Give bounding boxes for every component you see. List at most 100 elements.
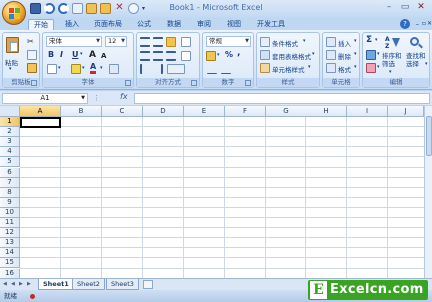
- select-all-button[interactable]: [0, 106, 20, 117]
- underline-button[interactable]: U: [72, 50, 79, 59]
- format-as-table-button[interactable]: 套用表格格式: [272, 51, 311, 61]
- increase-indent-icon[interactable]: [153, 64, 163, 74]
- column-header[interactable]: H: [306, 106, 347, 117]
- format-button[interactable]: 格式: [338, 64, 351, 74]
- active-cell[interactable]: [20, 117, 61, 128]
- sort-filter-icon[interactable]: AZ: [385, 36, 400, 50]
- tab-formulas[interactable]: 公式: [132, 19, 156, 30]
- paste-icon[interactable]: [6, 37, 19, 53]
- comma-button[interactable]: ,: [237, 48, 240, 58]
- fill-dropdown-icon[interactable]: ▾: [82, 65, 85, 71]
- name-box[interactable]: A1 ▼: [2, 93, 88, 104]
- row-header[interactable]: 6: [0, 167, 20, 178]
- font-color-dropdown-icon[interactable]: ▾: [100, 65, 103, 71]
- sort-filter-button[interactable]: 排序和 筛选: [382, 52, 402, 68]
- font-launcher-icon[interactable]: [125, 80, 131, 86]
- number-launcher-icon[interactable]: [245, 80, 251, 86]
- row-header[interactable]: 8: [0, 187, 20, 198]
- row-header[interactable]: 15: [0, 258, 20, 269]
- tab-view[interactable]: 视图: [222, 19, 246, 30]
- resize-handle-icon[interactable]: ⋮: [93, 94, 100, 102]
- column-header[interactable]: D: [143, 106, 184, 117]
- prev-sheet-icon[interactable]: ◀: [11, 281, 15, 287]
- cell-styles-button[interactable]: 单元格样式: [272, 64, 305, 74]
- orientation-icon[interactable]: [181, 37, 191, 47]
- minimize-button[interactable]: –: [382, 2, 396, 14]
- format-as-table-icon[interactable]: [260, 50, 270, 60]
- tab-page-layout[interactable]: 页面布局: [89, 19, 127, 30]
- phonetic-icon[interactable]: [109, 64, 119, 74]
- paste-dropdown-icon[interactable]: ▾: [9, 66, 12, 72]
- last-sheet-icon[interactable]: ▶: [27, 281, 31, 287]
- find-select-button[interactable]: 查找和 选择: [406, 52, 426, 68]
- format-icon[interactable]: [326, 63, 336, 73]
- row-header[interactable]: 9: [0, 197, 20, 208]
- clipboard-launcher-icon[interactable]: [31, 80, 37, 86]
- underline-dropdown-icon[interactable]: ▾: [80, 51, 83, 57]
- column-header[interactable]: A: [20, 106, 61, 117]
- conditional-format-icon[interactable]: [260, 37, 270, 47]
- column-header[interactable]: B: [61, 106, 102, 117]
- scrollbar-thumb[interactable]: [426, 116, 432, 156]
- sheet-tab-3[interactable]: Sheet3: [106, 279, 139, 290]
- tab-developer[interactable]: 开发工具: [252, 19, 290, 30]
- column-header[interactable]: J: [388, 106, 424, 117]
- close-button[interactable]: ✕: [414, 2, 428, 14]
- row-header[interactable]: 1: [0, 117, 20, 127]
- tab-data[interactable]: 数据: [162, 19, 186, 30]
- number-format-select[interactable]: 常规 ▼: [206, 36, 251, 47]
- font-size-select[interactable]: 12 ▼: [105, 36, 127, 47]
- column-header[interactable]: I: [347, 106, 388, 117]
- wrap-text-icon[interactable]: [181, 51, 191, 61]
- office-button[interactable]: [2, 1, 26, 25]
- italic-button[interactable]: I: [60, 50, 63, 59]
- currency-dropdown-icon[interactable]: ▾: [217, 52, 220, 58]
- column-header[interactable]: F: [225, 106, 266, 117]
- alignment-launcher-icon[interactable]: [191, 80, 197, 86]
- align-center-icon[interactable]: [153, 51, 163, 61]
- row-header[interactable]: 3: [0, 137, 20, 148]
- ribbon-close-icon[interactable]: ✕: [427, 20, 432, 27]
- row-header[interactable]: 7: [0, 177, 20, 188]
- delete-button[interactable]: 删除: [338, 51, 351, 61]
- find-select-icon[interactable]: [409, 36, 423, 50]
- borders-icon[interactable]: [47, 64, 57, 74]
- column-header[interactable]: E: [184, 106, 225, 117]
- sheet-tab-1[interactable]: Sheet1: [38, 279, 74, 290]
- align-middle-icon[interactable]: [153, 37, 163, 47]
- fill-color-icon[interactable]: [71, 64, 81, 74]
- formula-input[interactable]: [134, 93, 430, 104]
- autosum-dropdown-icon[interactable]: ▾: [375, 37, 378, 43]
- fill-dropdown-icon[interactable]: ▾: [377, 51, 380, 57]
- format-painter-icon[interactable]: [27, 63, 37, 73]
- maximize-button[interactable]: ▭: [398, 2, 412, 14]
- tab-home[interactable]: 开始: [28, 19, 54, 30]
- increase-decimal-icon[interactable]: [207, 64, 217, 74]
- insert-icon[interactable]: [326, 37, 336, 47]
- align-bottom-icon[interactable]: [166, 37, 176, 47]
- column-header[interactable]: G: [266, 106, 307, 117]
- row-header[interactable]: 11: [0, 218, 20, 228]
- tab-review[interactable]: 审阅: [192, 19, 216, 30]
- currency-icon[interactable]: [206, 51, 216, 61]
- tab-insert[interactable]: 插入: [60, 19, 84, 30]
- row-header[interactable]: 4: [0, 147, 20, 158]
- vertical-scrollbar[interactable]: [424, 106, 432, 278]
- first-sheet-icon[interactable]: ◀: [3, 281, 7, 287]
- column-header[interactable]: C: [102, 106, 143, 117]
- ribbon-restore-icon[interactable]: ▫: [422, 20, 426, 27]
- font-color-button[interactable]: A: [90, 62, 97, 74]
- align-top-icon[interactable]: [140, 37, 150, 47]
- grow-font-icon[interactable]: A: [89, 51, 99, 61]
- clear-dropdown-icon[interactable]: ▾: [377, 64, 380, 70]
- percent-button[interactable]: %: [225, 50, 233, 59]
- merge-center-icon[interactable]: [167, 64, 185, 74]
- row-header[interactable]: 12: [0, 228, 20, 239]
- cut-icon[interactable]: ✂: [27, 37, 37, 47]
- fill-icon[interactable]: [366, 50, 376, 60]
- macro-record-icon[interactable]: [30, 294, 35, 299]
- align-left-icon[interactable]: [140, 51, 150, 61]
- autosum-button[interactable]: Σ: [366, 35, 372, 45]
- bold-button[interactable]: B: [48, 50, 54, 59]
- decrease-decimal-icon[interactable]: [221, 64, 231, 74]
